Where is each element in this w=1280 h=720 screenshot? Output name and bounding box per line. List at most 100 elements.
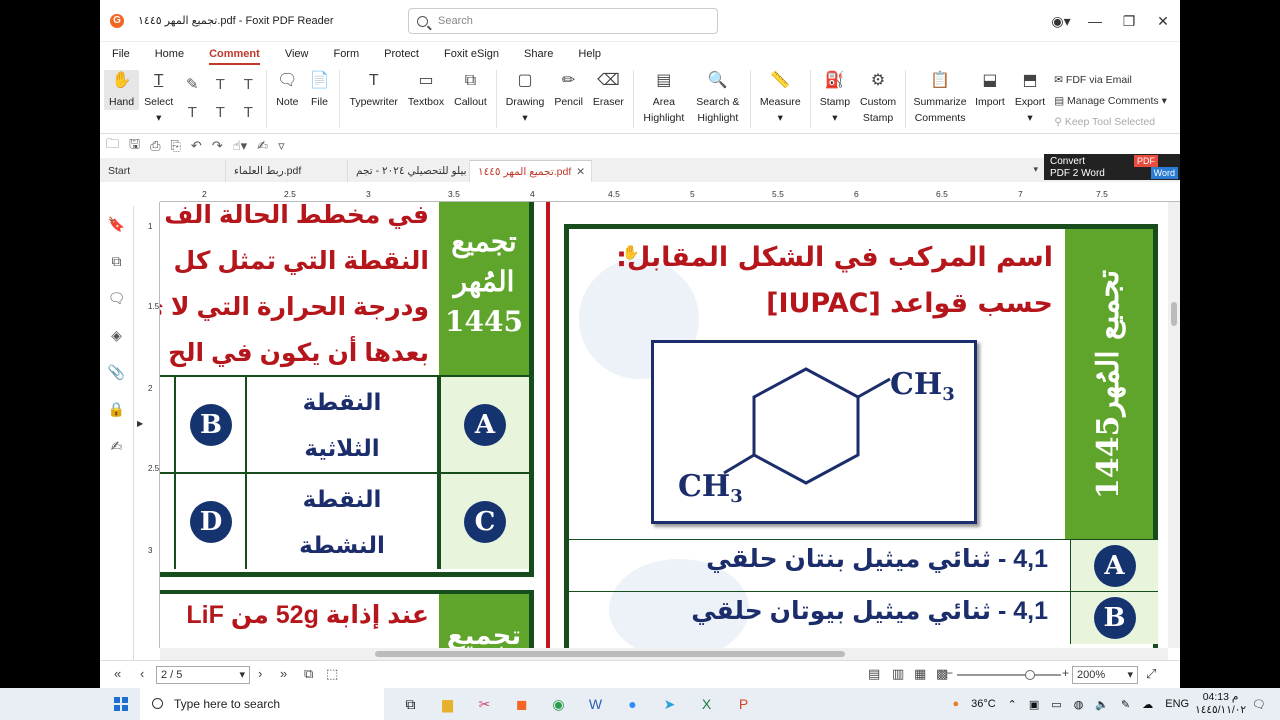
menu-home[interactable]: Home — [155, 48, 184, 60]
hand-small-icon[interactable]: ☝▾ — [233, 138, 247, 154]
callout-button[interactable]: ⧉ Callout — [449, 70, 492, 110]
facing-view-icon[interactable]: ▦ — [914, 666, 926, 682]
tab-list-chevron-icon[interactable]: ▾ — [1033, 164, 1038, 175]
word-icon[interactable]: W — [577, 696, 614, 712]
tab-start[interactable]: Start — [100, 160, 226, 182]
custom-stamp-button[interactable]: ⚙ Custom Stamp — [855, 70, 901, 126]
menu-view[interactable]: View — [285, 48, 309, 60]
excel-icon[interactable]: X — [688, 696, 725, 712]
zoom-out-icon[interactable]: − — [946, 666, 953, 680]
vertical-scroll-thumb[interactable] — [1171, 302, 1177, 326]
next-page-icon[interactable]: › — [258, 666, 262, 681]
chrome-icon[interactable]: ◉ — [540, 696, 577, 713]
telegram-icon[interactable]: ➤ — [651, 696, 688, 713]
rotate-page-icon[interactable]: ⬚ — [326, 666, 338, 682]
open-icon[interactable]: 🗀 — [106, 135, 119, 157]
file-explorer-icon[interactable]: ▆ — [429, 696, 466, 713]
stamp-button[interactable]: ⛽ Stamp ▾ — [815, 70, 855, 126]
windows-start-icon[interactable] — [114, 697, 128, 711]
highlight-icon[interactable]: ✎ — [178, 70, 206, 98]
zoom-level-field[interactable]: 200% ▾ — [1072, 666, 1138, 684]
menu-share[interactable]: Share — [524, 48, 553, 60]
menu-file[interactable]: File — [112, 48, 130, 60]
page-number-field[interactable]: 2 / 5 ▾ — [156, 666, 250, 684]
continuous-view-icon[interactable]: ▥ — [892, 666, 904, 682]
strikeout-icon[interactable]: T — [178, 98, 206, 126]
snipping-tool-icon[interactable]: ✂ — [466, 696, 503, 713]
new-icon[interactable]: ⎘ — [171, 138, 181, 154]
clock[interactable]: 04:13 م ١٤٤٥/١١/٠٢ — [1195, 691, 1246, 717]
tab-file-2[interactable]: بيلو للتحصيلي ٢٠٢٤ - تجم — [348, 160, 470, 182]
extract-page-icon[interactable]: ⧉ — [304, 666, 313, 682]
drawing-button[interactable]: ▢ Drawing ▾ — [501, 70, 550, 126]
select-tool-button[interactable]: T̲ Select ▾ — [139, 70, 178, 126]
notification-icon[interactable]: 🗨 — [1252, 698, 1266, 711]
zoom-slider[interactable] — [957, 670, 1061, 680]
replace-icon[interactable]: T — [206, 98, 234, 126]
layers-icon[interactable]: ◈ — [100, 317, 133, 354]
insert-text-icon[interactable]: T — [234, 98, 262, 126]
manage-comments-button[interactable]: ▤ Manage Comments ▾ — [1054, 91, 1167, 112]
last-page-icon[interactable]: » — [280, 666, 287, 681]
minimize-button[interactable]: — — [1078, 13, 1112, 29]
underline-icon[interactable]: T — [206, 70, 234, 98]
keep-tool-selected-button[interactable]: ⚲ Keep Tool Selected — [1054, 112, 1167, 133]
tab-file-3[interactable]: تجميع المهر ١٤٤٥.pdf ✕ — [470, 160, 592, 182]
sign-icon[interactable]: ✍ — [257, 138, 268, 154]
first-page-icon[interactable]: « — [114, 666, 121, 681]
area-highlight-button[interactable]: ▤ Area Highlight — [638, 70, 690, 126]
vertical-scrollbar[interactable] — [1168, 202, 1180, 648]
undo-icon[interactable]: ↶ — [191, 138, 202, 154]
language-indicator[interactable]: ENG — [1165, 698, 1189, 710]
horizontal-scrollbar[interactable] — [160, 648, 1168, 660]
account-icon[interactable]: ◉▾ — [1044, 13, 1078, 30]
weather-icon[interactable]: ● — [952, 698, 959, 710]
squiggly-icon[interactable]: T — [234, 70, 262, 98]
typewriter-button[interactable]: T Typewriter — [344, 70, 402, 110]
powerpoint-icon[interactable]: P — [725, 696, 762, 712]
menu-form[interactable]: Form — [333, 48, 359, 60]
task-view-icon[interactable]: ⧉ — [392, 696, 429, 713]
customize-qat-icon[interactable]: ▿ — [278, 138, 285, 154]
attachments-icon[interactable]: 📎 — [100, 354, 133, 391]
security-icon[interactable]: 🔒 — [100, 391, 133, 428]
menu-foxit-esign[interactable]: Foxit eSign — [444, 48, 499, 60]
restore-button[interactable]: ❐ — [1112, 13, 1146, 30]
comments-panel-icon[interactable]: 🗨 — [100, 280, 133, 317]
panel-expand-icon[interactable]: ▶ — [137, 419, 143, 428]
previous-page-icon[interactable]: ‹ — [140, 666, 144, 681]
measure-button[interactable]: 📏 Measure ▾ — [755, 70, 806, 126]
hand-tool-button[interactable]: ✋ Hand — [104, 70, 140, 110]
search-box[interactable]: Search — [408, 8, 718, 34]
menu-help[interactable]: Help — [578, 48, 601, 60]
tab-file-1[interactable]: ربط العلماء.pdf — [226, 160, 348, 182]
file-attach-button[interactable]: 📄 File — [303, 70, 335, 110]
close-button[interactable]: ✕ — [1146, 13, 1180, 30]
note-button[interactable]: 🗨 Note — [271, 70, 303, 110]
textbox-button[interactable]: ▭ Textbox — [403, 70, 449, 110]
zoom-in-icon[interactable]: + — [1062, 666, 1069, 680]
tray-chevron-icon[interactable]: ⌃ — [1008, 698, 1017, 711]
pages-icon[interactable]: ⧉ — [100, 243, 133, 280]
pdf-page-view[interactable]: تجميع المُهر 1445 في مخطط الحالة الف الن… — [160, 202, 1168, 648]
foxit-taskbar-icon[interactable]: ◼ — [503, 696, 540, 713]
fullscreen-icon[interactable]: ⤢ — [1146, 666, 1156, 682]
fdf-email-button[interactable]: ✉ FDF via Email — [1054, 70, 1167, 91]
horizontal-scroll-thumb[interactable] — [375, 651, 845, 657]
battery-icon[interactable]: ▭ — [1051, 698, 1061, 711]
pencil-button[interactable]: ✏ Pencil — [549, 70, 588, 110]
volume-icon[interactable]: 🔈 — [1095, 698, 1109, 711]
eraser-button[interactable]: ⌫ Eraser — [588, 70, 629, 110]
network-icon[interactable]: ◍ — [1074, 698, 1084, 711]
signature-panel-icon[interactable]: ✍ — [100, 428, 133, 465]
summarize-comments-button[interactable]: 📋 Summarize Comments — [910, 70, 970, 126]
export-button[interactable]: ⬒ Export ▾ — [1010, 70, 1050, 126]
pen-icon[interactable]: ✎ — [1121, 698, 1130, 711]
menu-comment[interactable]: Comment — [209, 48, 260, 65]
convert-pdf-to-word-banner[interactable]: Convert PDF 2 Word PDF Word — [1044, 154, 1180, 180]
single-page-view-icon[interactable]: ▤ — [868, 666, 880, 682]
search-highlight-button[interactable]: 🔍 Search & Highlight — [690, 70, 746, 126]
cloud-icon[interactable]: ☁ — [1142, 698, 1153, 711]
close-tab-icon[interactable]: ✕ — [576, 166, 585, 178]
import-button[interactable]: ⬓ Import — [970, 70, 1010, 110]
